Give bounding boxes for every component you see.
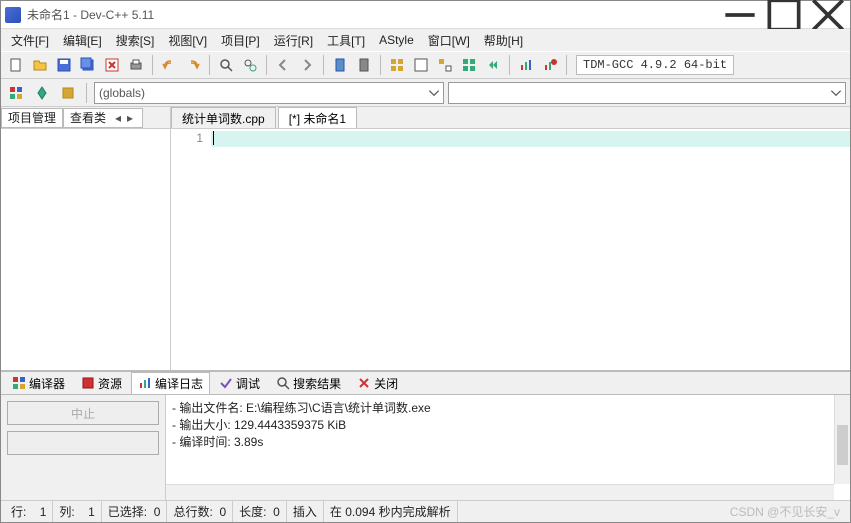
menu-project[interactable]: 项目[P] bbox=[215, 30, 266, 51]
app-icon bbox=[5, 7, 21, 23]
status-row: 行: 1 bbox=[5, 501, 53, 522]
editor-tab-0[interactable]: 统计单词数.cpp bbox=[171, 107, 276, 128]
menu-view[interactable]: 视图[V] bbox=[162, 30, 213, 51]
main-area: 项目管理 查看类 ◂ ▸ 统计单词数.cpp [*] 未命名1 1 bbox=[1, 107, 850, 370]
editor-area: 统计单词数.cpp [*] 未命名1 1 bbox=[171, 107, 850, 370]
save-icon[interactable] bbox=[53, 54, 75, 76]
watermark: CSDN @不见长安_v bbox=[458, 501, 846, 522]
minimize-button[interactable] bbox=[718, 1, 762, 29]
tab-prev-icon[interactable]: ◂ bbox=[112, 111, 124, 125]
grid-icon bbox=[12, 376, 26, 390]
menu-help[interactable]: 帮助[H] bbox=[478, 30, 529, 51]
compiler-selector[interactable]: TDM-GCC 4.9.2 64-bit bbox=[576, 55, 734, 75]
tab-next-icon[interactable]: ▸ bbox=[124, 111, 136, 125]
menu-edit[interactable]: 编辑[E] bbox=[57, 30, 108, 51]
status-total: 总行数: 0 bbox=[167, 501, 233, 522]
new-class-icon[interactable] bbox=[5, 82, 27, 104]
menu-run[interactable]: 运行[R] bbox=[268, 30, 319, 51]
insert-icon[interactable] bbox=[31, 82, 53, 104]
scrollbar-thumb[interactable] bbox=[837, 425, 848, 465]
new-file-icon[interactable] bbox=[5, 54, 27, 76]
nav-forward-icon[interactable] bbox=[296, 54, 318, 76]
tab-close[interactable]: 关闭 bbox=[350, 372, 405, 395]
tab-compile-log[interactable]: 编译日志 bbox=[131, 372, 210, 395]
bottom-panel: 编译器 资源 编译日志 调试 搜索结果 关闭 中止 - 输出文件名: E:\编程… bbox=[1, 370, 850, 500]
tab-search-results[interactable]: 搜索结果 bbox=[269, 372, 348, 395]
status-length: 长度: 0 bbox=[233, 501, 287, 522]
menu-search[interactable]: 搜索[S] bbox=[110, 30, 161, 51]
toggle-icon[interactable] bbox=[57, 82, 79, 104]
find-icon[interactable] bbox=[215, 54, 237, 76]
undo-icon[interactable] bbox=[158, 54, 180, 76]
bookmark-icon[interactable] bbox=[329, 54, 351, 76]
current-line-highlight bbox=[211, 131, 850, 147]
status-bar: 行: 1 列: 1 已选择: 0 总行数: 0 长度: 0 插入 在 0.094… bbox=[1, 500, 850, 522]
window-title: 未命名1 - Dev-C++ 5.11 bbox=[27, 6, 718, 23]
goto-bookmark-icon[interactable] bbox=[353, 54, 375, 76]
editor-tabs: 统计单词数.cpp [*] 未命名1 bbox=[171, 107, 850, 129]
code-editor[interactable]: 1 bbox=[171, 129, 850, 370]
shorten-button[interactable] bbox=[7, 431, 159, 455]
left-panel: 项目管理 查看类 ◂ ▸ bbox=[1, 107, 171, 370]
tab-compiler[interactable]: 编译器 bbox=[5, 372, 72, 395]
scope-combo[interactable]: (globals) bbox=[94, 82, 444, 104]
open-file-icon[interactable] bbox=[29, 54, 51, 76]
bottom-tabs: 编译器 资源 编译日志 调试 搜索结果 关闭 bbox=[1, 372, 850, 394]
compile-controls: 中止 bbox=[1, 395, 166, 500]
abort-button[interactable]: 中止 bbox=[7, 401, 159, 425]
rebuild-icon[interactable] bbox=[458, 54, 480, 76]
close-icon bbox=[357, 376, 371, 390]
scrollbar-horizontal[interactable] bbox=[166, 484, 834, 500]
save-all-icon[interactable] bbox=[77, 54, 99, 76]
run-icon[interactable] bbox=[410, 54, 432, 76]
replace-icon[interactable] bbox=[239, 54, 261, 76]
search-icon bbox=[276, 376, 290, 390]
code-area[interactable] bbox=[211, 129, 850, 370]
tab-resources[interactable]: 资源 bbox=[74, 372, 129, 395]
compile-icon[interactable] bbox=[386, 54, 408, 76]
check-icon bbox=[219, 376, 233, 390]
project-tree[interactable] bbox=[1, 129, 170, 370]
resources-icon bbox=[81, 376, 95, 390]
debug-icon[interactable] bbox=[482, 54, 504, 76]
close-file-icon[interactable] bbox=[101, 54, 123, 76]
scope-value: (globals) bbox=[99, 86, 145, 100]
status-col: 列: 1 bbox=[53, 501, 101, 522]
delete-profile-icon[interactable] bbox=[539, 54, 561, 76]
status-done: 在 0.094 秒内完成解析 bbox=[324, 501, 458, 522]
print-icon[interactable] bbox=[125, 54, 147, 76]
text-caret bbox=[213, 131, 214, 145]
profile-icon[interactable] bbox=[515, 54, 537, 76]
status-sel: 已选择: 0 bbox=[102, 501, 168, 522]
menu-window[interactable]: 窗口[W] bbox=[422, 30, 476, 51]
title-bar: 未命名1 - Dev-C++ 5.11 bbox=[1, 1, 850, 29]
compile-run-icon[interactable] bbox=[434, 54, 456, 76]
menu-file[interactable]: 文件[F] bbox=[5, 30, 55, 51]
menu-bar: 文件[F] 编辑[E] 搜索[S] 视图[V] 项目[P] 运行[R] 工具[T… bbox=[1, 29, 850, 51]
chevron-down-icon bbox=[829, 86, 843, 103]
menu-astyle[interactable]: AStyle bbox=[373, 31, 420, 49]
maximize-button[interactable] bbox=[762, 1, 806, 29]
secondary-toolbar: (globals) bbox=[1, 79, 850, 107]
classes-tab[interactable]: 查看类 ◂ ▸ bbox=[63, 108, 143, 128]
redo-icon[interactable] bbox=[182, 54, 204, 76]
line-gutter: 1 bbox=[171, 129, 211, 370]
editor-tab-1[interactable]: [*] 未命名1 bbox=[278, 107, 357, 128]
tab-debug[interactable]: 调试 bbox=[212, 372, 267, 395]
scrollbar-vertical[interactable] bbox=[834, 395, 850, 484]
main-toolbar: TDM-GCC 4.9.2 64-bit bbox=[1, 51, 850, 79]
function-combo[interactable] bbox=[448, 82, 846, 104]
close-button[interactable] bbox=[806, 1, 850, 29]
chevron-down-icon bbox=[427, 86, 441, 103]
status-mode: 插入 bbox=[287, 501, 324, 522]
menu-tools[interactable]: 工具[T] bbox=[321, 30, 371, 51]
nav-back-icon[interactable] bbox=[272, 54, 294, 76]
project-tab[interactable]: 项目管理 bbox=[1, 108, 63, 128]
compile-log-output[interactable]: - 输出文件名: E:\编程练习\C语言\统计单词数.exe - 输出大小: 1… bbox=[166, 395, 850, 500]
log-icon bbox=[138, 376, 152, 390]
